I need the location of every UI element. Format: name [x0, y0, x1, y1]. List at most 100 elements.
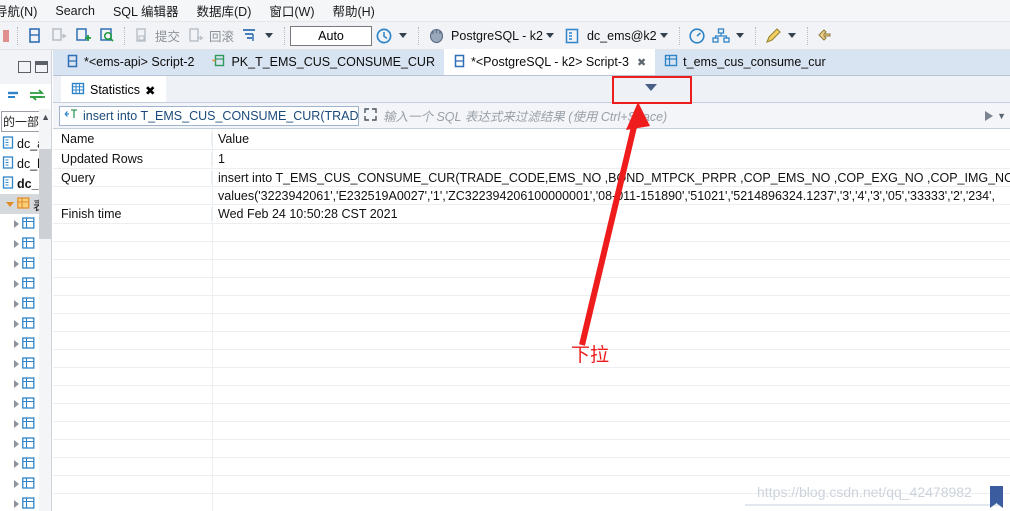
execute-new-tab-icon[interactable]	[72, 25, 94, 47]
query-label-chip[interactable]: insert into T_EMS_CUS_CONSUME_CUR(TRADE	[59, 105, 359, 126]
pencil-dropdown-arrow[interactable]	[787, 33, 796, 38]
database-navigator-panel: 的一部分 dc_a dc_b dc_e 表	[0, 50, 52, 511]
table-row-empty[interactable]	[53, 242, 1010, 260]
chevron-right-icon[interactable]	[14, 460, 19, 468]
tab-postgresql-k2-script-3[interactable]: *<PostgreSQL - k2> Script-3 ✖	[444, 49, 656, 75]
rollback-label[interactable]: 回滚	[209, 26, 234, 45]
transaction-mode-icon[interactable]	[239, 25, 261, 47]
table-icon	[22, 216, 35, 232]
pointer-icon[interactable]	[814, 25, 836, 47]
watermark-rule	[745, 504, 1000, 506]
chevron-right-icon[interactable]	[14, 280, 19, 288]
menu-search[interactable]: Search	[46, 2, 104, 20]
table-row-empty[interactable]	[53, 260, 1010, 278]
column-header-name[interactable]: Name	[53, 132, 212, 146]
chevron-right-icon[interactable]	[14, 400, 19, 408]
table-row-empty[interactable]	[53, 386, 1010, 404]
table-row-empty[interactable]	[53, 422, 1010, 440]
connection-dropdown-arrow[interactable]	[545, 33, 554, 38]
table-row-empty[interactable]	[53, 404, 1010, 422]
menu-database[interactable]: 数据库(D)	[188, 0, 261, 22]
table-row-empty[interactable]	[53, 458, 1010, 476]
chevron-right-icon[interactable]	[14, 480, 19, 488]
collapse-all-icon[interactable]	[6, 89, 22, 104]
sidebar-scrollbar-thumb[interactable]	[39, 149, 51, 239]
postgresql-icon	[425, 25, 447, 47]
tab-ems-api-script-2[interactable]: *<ems-api> Script-2	[57, 49, 203, 75]
expand-icon[interactable]	[363, 107, 379, 125]
chevron-right-icon[interactable]	[14, 360, 19, 368]
chevron-down-icon[interactable]	[6, 201, 14, 207]
close-icon[interactable]: ✖	[145, 83, 155, 98]
stop-icon[interactable]	[1, 25, 11, 47]
pencil-icon[interactable]	[762, 25, 784, 47]
statistics-grid[interactable]: Name Value Updated Rows 1 Query insert i…	[53, 129, 1010, 511]
chevron-right-icon[interactable]	[14, 440, 19, 448]
table-row-empty[interactable]	[53, 350, 1010, 368]
table-row-empty[interactable]	[53, 224, 1010, 242]
table-icon	[22, 436, 35, 452]
maximize-icon[interactable]	[35, 61, 48, 73]
database-dropdown-arrow[interactable]	[659, 33, 668, 38]
table-row-empty[interactable]	[53, 368, 1010, 386]
sidebar-scrollbar[interactable]	[39, 109, 51, 511]
commit-icon[interactable]	[131, 25, 153, 47]
tab-statistics[interactable]: Statistics ✖	[61, 76, 166, 102]
chevron-right-icon[interactable]	[14, 240, 19, 248]
filter-history-dropdown-arrow[interactable]: ▼	[997, 111, 1006, 121]
sitemap-dropdown-arrow[interactable]	[735, 33, 744, 38]
menu-help[interactable]: 帮助(H)	[323, 0, 383, 22]
chevron-right-icon[interactable]	[14, 500, 19, 508]
sitemap-icon[interactable]	[710, 25, 732, 47]
table-icon	[22, 336, 35, 352]
table-icon	[22, 496, 35, 511]
execute-script-icon[interactable]	[48, 25, 70, 47]
table-icon	[22, 476, 35, 492]
chevron-right-icon[interactable]	[14, 340, 19, 348]
table-row-empty[interactable]	[53, 314, 1010, 332]
table-row[interactable]: Query insert into T_EMS_CUS_CONSUME_CUR(…	[53, 169, 1010, 187]
menu-window[interactable]: 窗口(W)	[260, 0, 323, 22]
table-row-empty[interactable]	[53, 296, 1010, 314]
tab-pk-t-ems-cus-consume-cur[interactable]: PK_T_EMS_CUS_CONSUME_CUR	[203, 49, 444, 75]
database-label[interactable]: dc_ems@k2	[587, 29, 657, 43]
panel-window-controls	[0, 50, 51, 84]
chevron-right-icon[interactable]	[14, 220, 19, 228]
auto-commit-select[interactable]: Auto	[290, 25, 373, 46]
table-row-empty[interactable]	[53, 440, 1010, 458]
column-divider	[212, 129, 213, 511]
table-row-empty[interactable]	[53, 278, 1010, 296]
dashboard-icon[interactable]	[686, 25, 708, 47]
history-icon[interactable]	[373, 25, 395, 47]
annotation-label: 下拉	[571, 344, 610, 366]
commit-label[interactable]: 提交	[155, 26, 180, 45]
chevron-right-icon[interactable]	[14, 380, 19, 388]
apply-filter-icon[interactable]	[985, 110, 994, 121]
transaction-mode-dropdown-arrow[interactable]	[265, 33, 274, 38]
table-row[interactable]: Updated Rows 1	[53, 150, 1010, 169]
table-icon	[22, 396, 35, 412]
history-dropdown-arrow[interactable]	[399, 33, 408, 38]
close-icon[interactable]: ✖	[637, 56, 646, 69]
chevron-right-icon[interactable]	[14, 420, 19, 428]
tab-t-ems-cus-consume-cur[interactable]: t_ems_cus_consume_cur	[655, 49, 834, 75]
scroll-up-icon[interactable]: ▲	[41, 112, 50, 122]
link-editor-icon[interactable]	[29, 88, 46, 104]
chevron-right-icon[interactable]	[14, 300, 19, 308]
row-name: Finish time	[53, 207, 212, 221]
chevron-right-icon[interactable]	[14, 320, 19, 328]
table-icon	[22, 236, 35, 252]
database-icon	[561, 25, 583, 47]
menu-sql-editor[interactable]: SQL 编辑器	[104, 0, 188, 22]
table-row[interactable]: Finish time Wed Feb 24 10:50:28 CST 2021	[53, 205, 1010, 224]
minimize-icon[interactable]	[18, 61, 31, 73]
table-row[interactable]: values('3223942061','E232519A0027','1','…	[53, 187, 1010, 205]
menu-navigate[interactable]: 导航(N)	[0, 0, 46, 22]
execute-statement-icon[interactable]	[24, 25, 46, 47]
chevron-right-icon[interactable]	[14, 260, 19, 268]
connection-label[interactable]: PostgreSQL - k2	[451, 29, 543, 43]
explain-plan-icon[interactable]	[96, 25, 118, 47]
table-row-empty[interactable]	[53, 332, 1010, 350]
database-icon	[2, 156, 14, 172]
rollback-icon[interactable]	[185, 25, 207, 47]
